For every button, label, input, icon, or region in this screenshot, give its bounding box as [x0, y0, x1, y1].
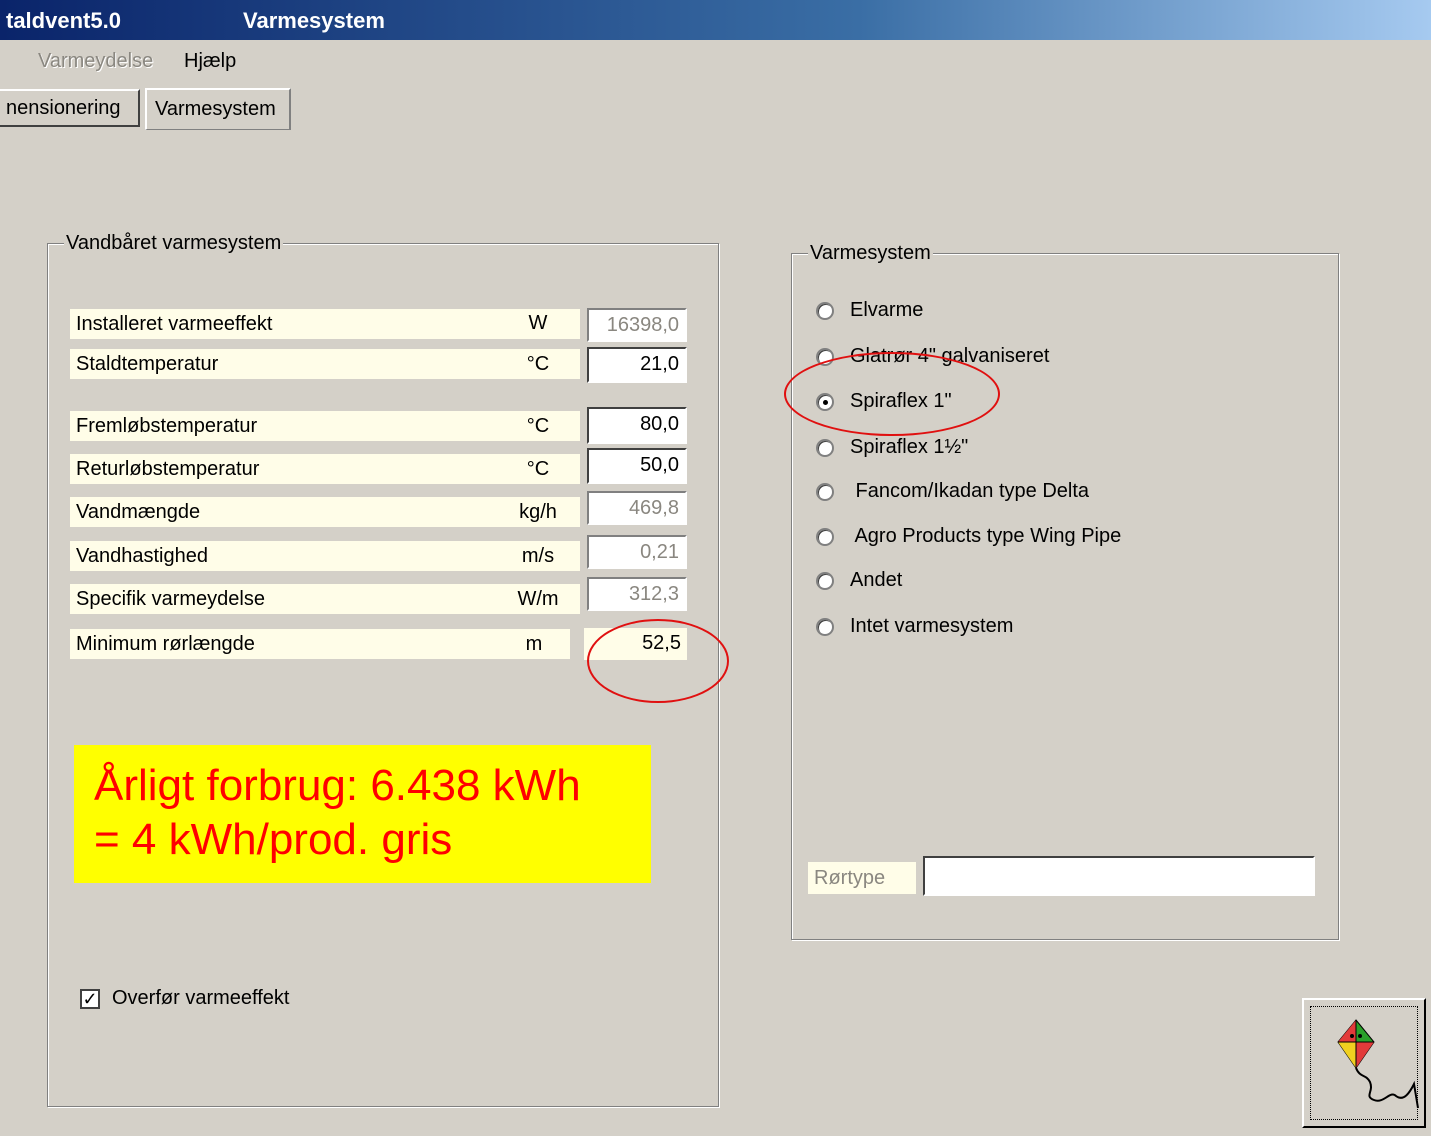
radio-label: Elvarme: [850, 299, 924, 321]
roertype-label: Rørtype: [808, 862, 916, 894]
app-title: taldvent5.0: [6, 8, 121, 33]
unit-installeret: W: [528, 312, 548, 334]
tab-dimensionering[interactable]: nensionering: [0, 89, 140, 127]
radio-icon[interactable]: [816, 618, 834, 636]
field-specifik-varmeydelse[interactable]: 312,3: [587, 577, 687, 611]
unit-vandmaengde: kg/h: [519, 501, 557, 523]
checkmark-icon[interactable]: ✓: [80, 989, 100, 1009]
checkbox-label: Overfør varmeeffekt: [112, 987, 290, 1009]
field-vandhastighed[interactable]: 0,21: [587, 535, 687, 569]
radio-label: Spiraflex 1½": [850, 436, 969, 458]
unit-specifik: W/m: [517, 588, 559, 610]
window-title: Varmesystem: [243, 8, 385, 33]
radio-icon[interactable]: [816, 302, 834, 320]
unit-returloeb: °C: [526, 458, 550, 480]
callout-line-2: = 4 kWh/prod. gris: [94, 815, 453, 864]
field-vandmaengde[interactable]: 469,8: [587, 491, 687, 525]
radio-icon[interactable]: [816, 483, 834, 501]
unit-vandhastighed: m/s: [521, 545, 555, 567]
help-button[interactable]: [1302, 998, 1426, 1128]
menu-bar: Varmeydelse Hjælp: [0, 44, 600, 80]
highlight-ellipse-roerlaengde: [587, 619, 729, 703]
radio-icon[interactable]: [816, 528, 834, 546]
radio-label: Andet: [850, 569, 903, 591]
menu-varmeydelse[interactable]: Varmeydelse: [38, 50, 153, 73]
radio-label: Intet varmesystem: [850, 615, 1014, 637]
field-returloebstemperatur[interactable]: 50,0: [587, 448, 687, 484]
radio-icon[interactable]: [816, 439, 834, 457]
radio-icon[interactable]: [816, 572, 834, 590]
tab-varmesystem[interactable]: Varmesystem: [145, 88, 291, 130]
unit-minimum: m: [525, 633, 543, 655]
radio-label: Fancom/Ikadan type Delta: [850, 480, 1090, 502]
radio-label: Agro Products type Wing Pipe: [850, 525, 1122, 547]
callout-line-1: Årligt forbrug: 6.438 kWh: [94, 761, 581, 810]
field-installeret-varmeeffekt[interactable]: 16398,0: [587, 308, 687, 342]
unit-fremloeb: °C: [526, 415, 550, 437]
right-group-legend: Varmesystem: [808, 242, 933, 265]
field-staldtemperatur[interactable]: 21,0: [587, 347, 687, 383]
field-fremloebstemperatur[interactable]: 80,0: [587, 407, 687, 444]
kite-icon: [1337, 1019, 1419, 1109]
title-bar: taldvent5.0 Varmesystem: [0, 0, 1431, 40]
row-label-minimum-roerlaengde: Minimum rørlængde: [70, 629, 570, 659]
left-group-legend: Vandbåret varmesystem: [64, 232, 284, 255]
menu-hjaelp[interactable]: Hjælp: [184, 50, 236, 73]
unit-staldtemperatur: °C: [526, 353, 550, 375]
roertype-input[interactable]: [923, 856, 1315, 896]
annual-consumption-callout: Årligt forbrug: 6.438 kWh = 4 kWh/prod. …: [74, 745, 651, 883]
highlight-ellipse-spiraflex: [784, 352, 1000, 436]
